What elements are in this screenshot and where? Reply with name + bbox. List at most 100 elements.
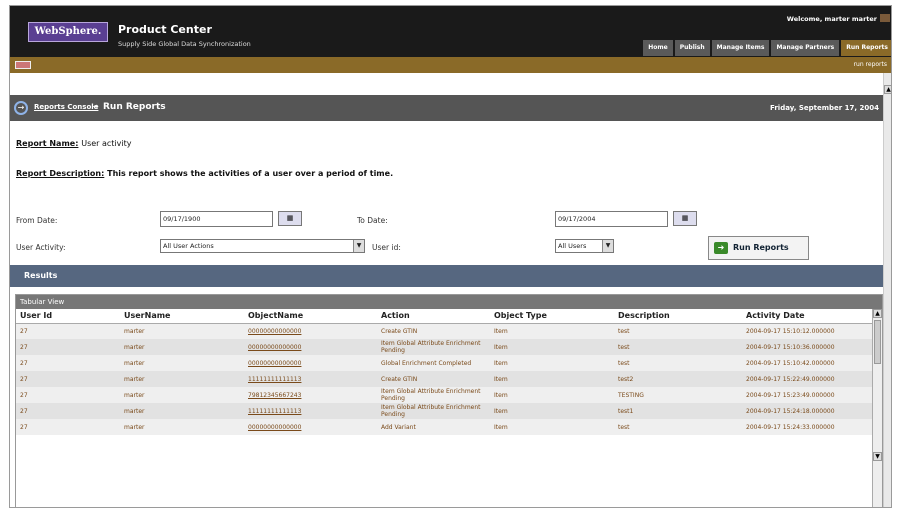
report-description-value: This report shows the activities of a us… xyxy=(107,169,394,178)
subnav-image-icon xyxy=(15,61,31,69)
cell-objectname[interactable]: 00000000000000 xyxy=(244,355,377,371)
cell-objectname[interactable]: 11111111111113 xyxy=(244,403,377,419)
cell-objectname[interactable]: 79812345667243 xyxy=(244,387,377,403)
table-header-row: User Id UserName ObjectName Action Objec… xyxy=(16,309,874,324)
from-date-label: From Date: xyxy=(16,216,58,225)
main-content: → Reports Console → Run Reports Friday, … xyxy=(10,73,883,507)
cell-description: test1 xyxy=(614,403,742,419)
cell-username: marter xyxy=(120,323,244,339)
user-activity-value: All User Actions xyxy=(163,242,214,250)
cell-description: test2 xyxy=(614,371,742,387)
cell-activity-date: 2004-09-17 15:24:18.000000 xyxy=(742,403,874,419)
cell-action: Item Global Attribute Enrichment Pending xyxy=(377,403,490,419)
product-title: Product Center xyxy=(118,23,212,36)
user-activity-select[interactable]: All User Actions ▼ xyxy=(160,239,365,253)
report-name-label: Report Name: xyxy=(16,139,79,148)
cell-user-id: 27 xyxy=(16,419,120,435)
scroll-up-icon[interactable]: ▲ xyxy=(873,309,882,318)
cell-action: Create GTIN xyxy=(377,323,490,339)
to-date-calendar-icon[interactable]: ▦ xyxy=(673,211,697,226)
cell-activity-date: 2004-09-17 15:10:12.000000 xyxy=(742,323,874,339)
welcome-text: Welcome, marter marter xyxy=(786,15,877,23)
cell-object-type: Item xyxy=(490,403,614,419)
cell-activity-date: 2004-09-17 15:24:33.000000 xyxy=(742,419,874,435)
top-header: WebSphere. Product Center Supply Side Gl… xyxy=(10,6,891,57)
table-row[interactable]: 27 marter 00000000000000 Global Enrichme… xyxy=(16,355,874,371)
nav-publish[interactable]: Publish xyxy=(674,40,710,56)
run-reports-label: Run Reports xyxy=(733,243,789,252)
cell-objectname[interactable]: 00000000000000 xyxy=(244,323,377,339)
cell-username: marter xyxy=(120,371,244,387)
subnav-run-reports[interactable]: run reports xyxy=(854,61,887,68)
user-id-value: All Users xyxy=(558,242,587,250)
cell-objectname[interactable]: 00000000000000 xyxy=(244,339,377,355)
cell-objectname[interactable]: 00000000000000 xyxy=(244,419,377,435)
chevron-down-icon[interactable]: ▼ xyxy=(602,240,613,252)
cell-user-id: 27 xyxy=(16,323,120,339)
from-date-input[interactable]: 09/17/1900 xyxy=(160,211,273,227)
cell-action: Global Enrichment Completed xyxy=(377,355,490,371)
table-row[interactable]: 27 marter 11111111111113 Create GTIN Ite… xyxy=(16,371,874,387)
breadcrumb-separator-icon: → xyxy=(92,102,99,111)
cell-user-id: 27 xyxy=(16,371,120,387)
user-flag-icon[interactable] xyxy=(880,14,890,22)
col-action[interactable]: Action xyxy=(377,309,490,324)
report-description-row: Report Description: This report shows th… xyxy=(16,169,393,178)
breadcrumb-bar: → Reports Console → Run Reports Friday, … xyxy=(10,95,883,121)
go-arrow-icon: ➜ xyxy=(714,242,728,254)
cell-username: marter xyxy=(120,419,244,435)
page-scroll-up-icon[interactable]: ▲ xyxy=(884,85,891,94)
cell-username: marter xyxy=(120,403,244,419)
chevron-down-icon[interactable]: ▼ xyxy=(353,240,364,252)
cell-object-type: Item xyxy=(490,419,614,435)
cell-object-type: Item xyxy=(490,323,614,339)
cell-description: TESTING xyxy=(614,387,742,403)
current-date: Friday, September 17, 2004 xyxy=(770,104,879,112)
page-scrollbar[interactable]: ▲ xyxy=(883,73,891,507)
nav-home[interactable]: Home xyxy=(643,40,673,56)
results-header: Results xyxy=(10,265,883,287)
table-row[interactable]: 27 marter 00000000000000 Create GTIN Ite… xyxy=(16,323,874,339)
scroll-down-icon[interactable]: ▼ xyxy=(873,452,882,461)
cell-activity-date: 2004-09-17 15:10:36.000000 xyxy=(742,339,874,355)
report-description-label: Report Description: xyxy=(16,169,105,178)
browser-frame: WebSphere. Product Center Supply Side Gl… xyxy=(9,5,892,508)
table-row[interactable]: 27 marter 11111111111113 Item Global Att… xyxy=(16,403,874,419)
col-description[interactable]: Description xyxy=(614,309,742,324)
cell-object-type: Item xyxy=(490,387,614,403)
websphere-logo: WebSphere. xyxy=(28,22,108,42)
tabular-view-title: Tabular View xyxy=(16,295,882,309)
breadcrumb-current: Run Reports xyxy=(103,102,166,112)
user-id-select[interactable]: All Users ▼ xyxy=(555,239,614,253)
cell-object-type: Item xyxy=(490,371,614,387)
table-row[interactable]: 27 marter 00000000000000 Item Global Att… xyxy=(16,339,874,355)
cell-user-id: 27 xyxy=(16,355,120,371)
cell-description: test xyxy=(614,419,742,435)
scroll-thumb[interactable] xyxy=(874,320,881,364)
nav-manage-items[interactable]: Manage Items xyxy=(711,40,770,56)
cell-object-type: Item xyxy=(490,339,614,355)
run-reports-button[interactable]: ➜ Run Reports xyxy=(708,236,809,260)
from-date-calendar-icon[interactable]: ▦ xyxy=(278,211,302,226)
cell-username: marter xyxy=(120,387,244,403)
col-username[interactable]: UserName xyxy=(120,309,244,324)
cell-activity-date: 2004-09-17 15:10:42.000000 xyxy=(742,355,874,371)
table-row[interactable]: 27 marter 00000000000000 Add Variant Ite… xyxy=(16,419,874,435)
cell-action: Item Global Attribute Enrichment Pending xyxy=(377,387,490,403)
col-activity-date[interactable]: Activity Date xyxy=(742,309,874,324)
col-objectname[interactable]: ObjectName xyxy=(244,309,377,324)
cell-username: marter xyxy=(120,355,244,371)
cell-activity-date: 2004-09-17 15:23:49.000000 xyxy=(742,387,874,403)
table-row[interactable]: 27 marter 79812345667243 Item Global Att… xyxy=(16,387,874,403)
nav-manage-partners[interactable]: Manage Partners xyxy=(771,40,840,56)
col-object-type[interactable]: Object Type xyxy=(490,309,614,324)
to-date-input[interactable]: 09/17/2004 xyxy=(555,211,668,227)
table-scrollbar[interactable]: ▲ ▼ xyxy=(872,309,882,507)
main-nav: Home Publish Manage Items Manage Partner… xyxy=(643,40,891,56)
cell-object-type: Item xyxy=(490,355,614,371)
col-user-id[interactable]: User Id xyxy=(16,309,120,324)
back-arrow-icon[interactable]: → xyxy=(14,101,28,115)
cell-objectname[interactable]: 11111111111113 xyxy=(244,371,377,387)
breadcrumb-reports-console[interactable]: Reports Console xyxy=(34,103,98,111)
nav-run-reports[interactable]: Run Reports xyxy=(841,40,891,56)
